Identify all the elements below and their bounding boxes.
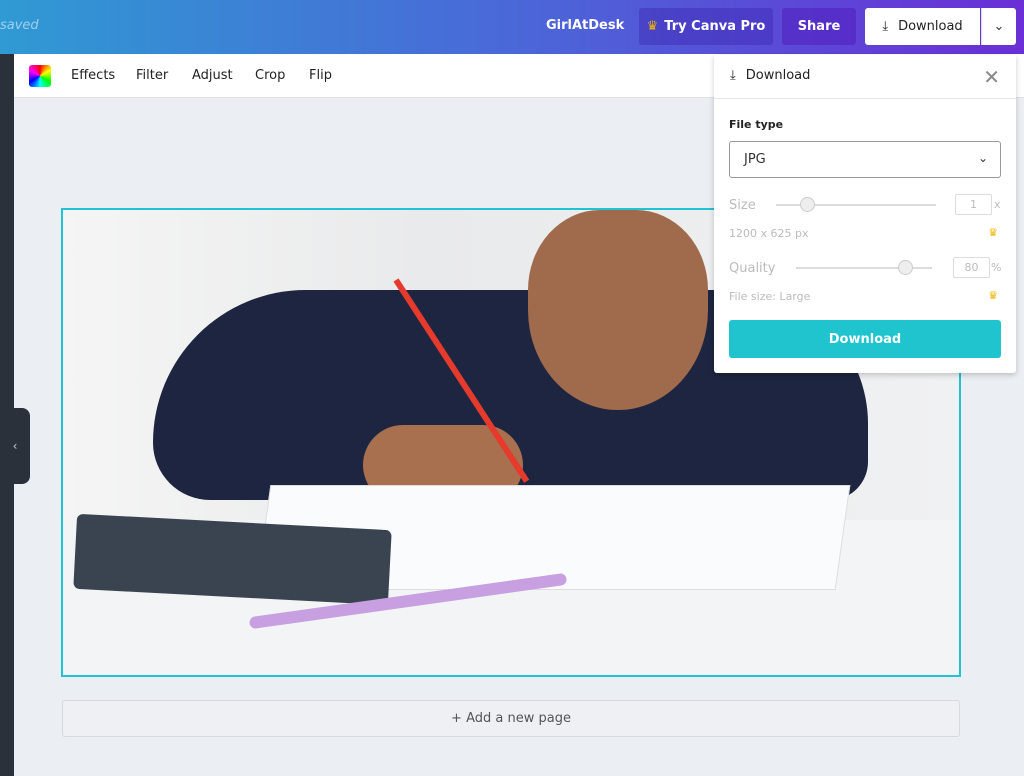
size-input[interactable]: 1 <box>955 194 992 215</box>
size-unit: x <box>994 198 1001 211</box>
tool-filter[interactable]: Filter <box>136 68 168 83</box>
tool-effects[interactable]: Effects <box>71 68 115 83</box>
panel-title: Download <box>745 68 811 83</box>
file-type-value: JPG <box>744 152 766 167</box>
quality-slider-thumb[interactable] <box>898 260 913 275</box>
panel-download-button[interactable]: Download <box>729 320 1001 358</box>
divider <box>714 98 1016 99</box>
try-pro-label: Try Canva Pro <box>664 19 766 34</box>
crown-icon: ♛ <box>988 289 998 302</box>
crown-icon: ♛ <box>988 226 998 239</box>
quality-input[interactable]: 80 <box>953 257 990 278</box>
close-icon[interactable]: ✕ <box>983 65 1000 89</box>
file-type-select[interactable]: JPG ⌄ <box>729 141 1001 178</box>
color-picker-icon[interactable] <box>29 65 51 87</box>
dimensions-text: 1200 x 625 px <box>729 227 809 240</box>
quality-unit: % <box>991 261 1002 274</box>
top-bar: saved GirlAtDesk ♛ Try Canva Pro Share ⤓ D… <box>0 0 1024 54</box>
download-icon: ⤓ <box>882 19 889 34</box>
file-type-label: File type <box>729 118 784 131</box>
download-options-chevron-icon[interactable]: ⌄ <box>981 8 1016 45</box>
size-label: Size <box>729 198 756 213</box>
tool-crop[interactable]: Crop <box>255 68 285 83</box>
panel-header: ⤓ Download <box>730 68 810 83</box>
crown-icon: ♛ <box>646 19 659 34</box>
tool-adjust[interactable]: Adjust <box>192 68 233 83</box>
tool-flip[interactable]: Flip <box>309 68 332 83</box>
quality-label: Quality <box>729 261 776 276</box>
collapse-panel-chevron-left-icon[interactable]: ‹ <box>0 408 30 484</box>
download-panel: ⤓ Download ✕ File type JPG ⌄ Size 1 x 1200… <box>714 55 1016 373</box>
share-button[interactable]: Share <box>782 8 856 45</box>
chevron-down-icon: ⌄ <box>977 151 988 165</box>
design-name[interactable]: GirlAtDesk <box>546 18 624 33</box>
save-status: saved <box>0 18 39 33</box>
download-label: Download <box>898 19 963 34</box>
try-canva-pro-button[interactable]: ♛ Try Canva Pro <box>639 8 773 45</box>
file-size-text: File size: Large <box>729 290 811 303</box>
add-new-page-button[interactable]: + Add a new page <box>62 700 960 737</box>
size-slider-thumb[interactable] <box>800 197 815 212</box>
download-button[interactable]: ⤓ Download <box>865 8 980 45</box>
photo-face <box>528 210 708 410</box>
download-icon: ⤓ <box>730 68 736 83</box>
